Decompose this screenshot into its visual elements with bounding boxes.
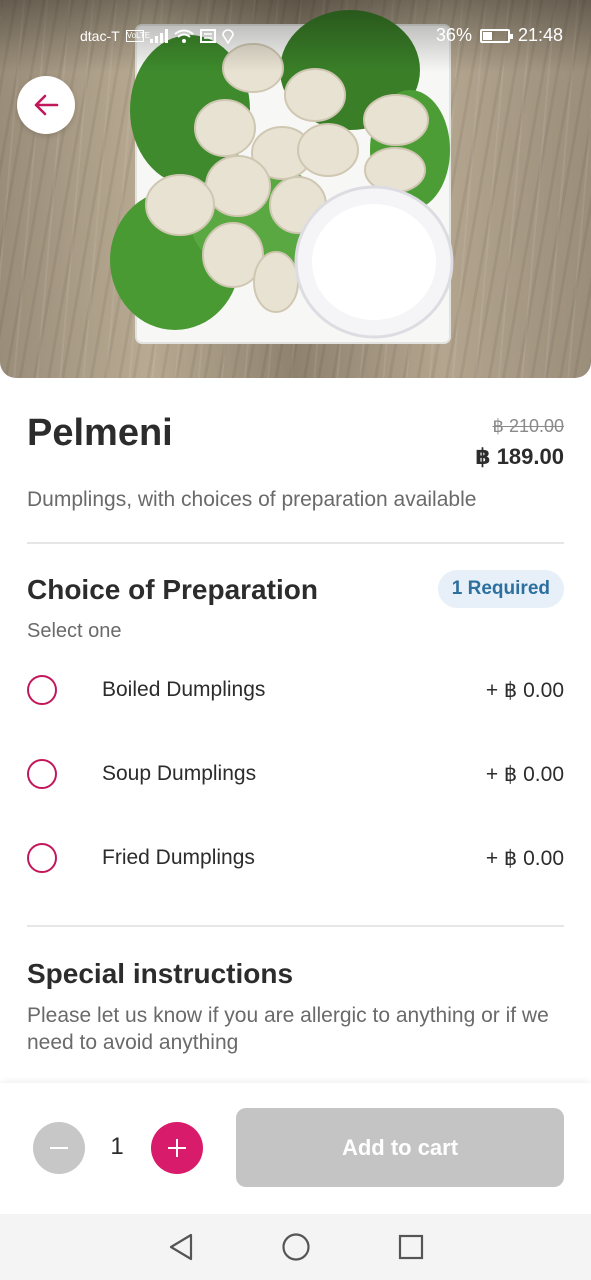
increase-quantity-button[interactable] bbox=[151, 1122, 203, 1174]
plus-icon bbox=[168, 1139, 186, 1157]
system-navigation-bar bbox=[0, 1214, 591, 1280]
minus-icon bbox=[50, 1147, 68, 1149]
cart-bar: 1 Add to cart bbox=[0, 1083, 591, 1214]
add-to-cart-button[interactable]: Add to cart bbox=[236, 1108, 564, 1187]
status-right: 36% 21:48 bbox=[436, 25, 563, 46]
volte-icon: VoLTE bbox=[125, 30, 151, 42]
item-hero-image: dtac-T VoLTE 36% 21:48 bbox=[0, 0, 591, 378]
item-title: Pelmeni bbox=[27, 412, 173, 454]
battery-icon bbox=[479, 28, 513, 43]
quantity-value: 1 bbox=[110, 1133, 124, 1160]
clock: 21:48 bbox=[517, 25, 563, 45]
decrease-quantity-button[interactable] bbox=[33, 1122, 85, 1174]
option-soup[interactable]: Soup Dumplings + ฿ 0.00 bbox=[27, 749, 564, 799]
carrier-name: dtac-T bbox=[80, 28, 120, 44]
preparation-title: Choice of Preparation bbox=[27, 574, 318, 605]
instructions-text: Please let us know if you are allergic t… bbox=[27, 1004, 549, 1054]
divider bbox=[27, 925, 564, 927]
original-price: ฿ 210.00 bbox=[492, 416, 564, 436]
radio-button[interactable] bbox=[27, 675, 57, 705]
option-label: Soup Dumplings bbox=[102, 762, 257, 785]
option-price: + ฿ 0.00 bbox=[485, 762, 564, 786]
option-fried[interactable]: Fried Dumplings + ฿ 0.00 bbox=[27, 833, 564, 883]
divider bbox=[27, 542, 564, 544]
signal-icon bbox=[149, 29, 168, 43]
option-label: Boiled Dumplings bbox=[102, 678, 266, 701]
option-label: Fried Dumplings bbox=[102, 846, 255, 869]
status-bar: dtac-T VoLTE 36% 21:48 bbox=[0, 0, 591, 72]
discounted-price: ฿ 189.00 bbox=[475, 444, 564, 469]
required-badge: 1 Required bbox=[437, 570, 564, 608]
wifi-icon bbox=[174, 29, 194, 43]
radio-button[interactable] bbox=[27, 759, 57, 789]
location-icon bbox=[221, 29, 234, 44]
radio-button[interactable] bbox=[27, 843, 57, 873]
back-button[interactable] bbox=[17, 76, 75, 134]
option-boiled[interactable]: Boiled Dumplings + ฿ 0.00 bbox=[27, 665, 564, 715]
instructions-title: Special instructions bbox=[27, 958, 294, 989]
arrow-left-icon bbox=[34, 94, 59, 116]
notification-icon bbox=[199, 29, 216, 43]
battery-percent: 36% bbox=[435, 25, 472, 45]
option-price: + ฿ 0.00 bbox=[485, 846, 564, 870]
circle-home-icon[interactable] bbox=[281, 1232, 311, 1262]
triangle-back-icon[interactable] bbox=[167, 1232, 195, 1262]
item-description: Dumplings, with choices of preparation a… bbox=[27, 488, 477, 511]
option-price: + ฿ 0.00 bbox=[485, 678, 564, 702]
square-recent-icon[interactable] bbox=[397, 1233, 425, 1261]
preparation-subtitle: Select one bbox=[27, 620, 122, 642]
carrier-info: dtac-T VoLTE bbox=[80, 28, 234, 44]
